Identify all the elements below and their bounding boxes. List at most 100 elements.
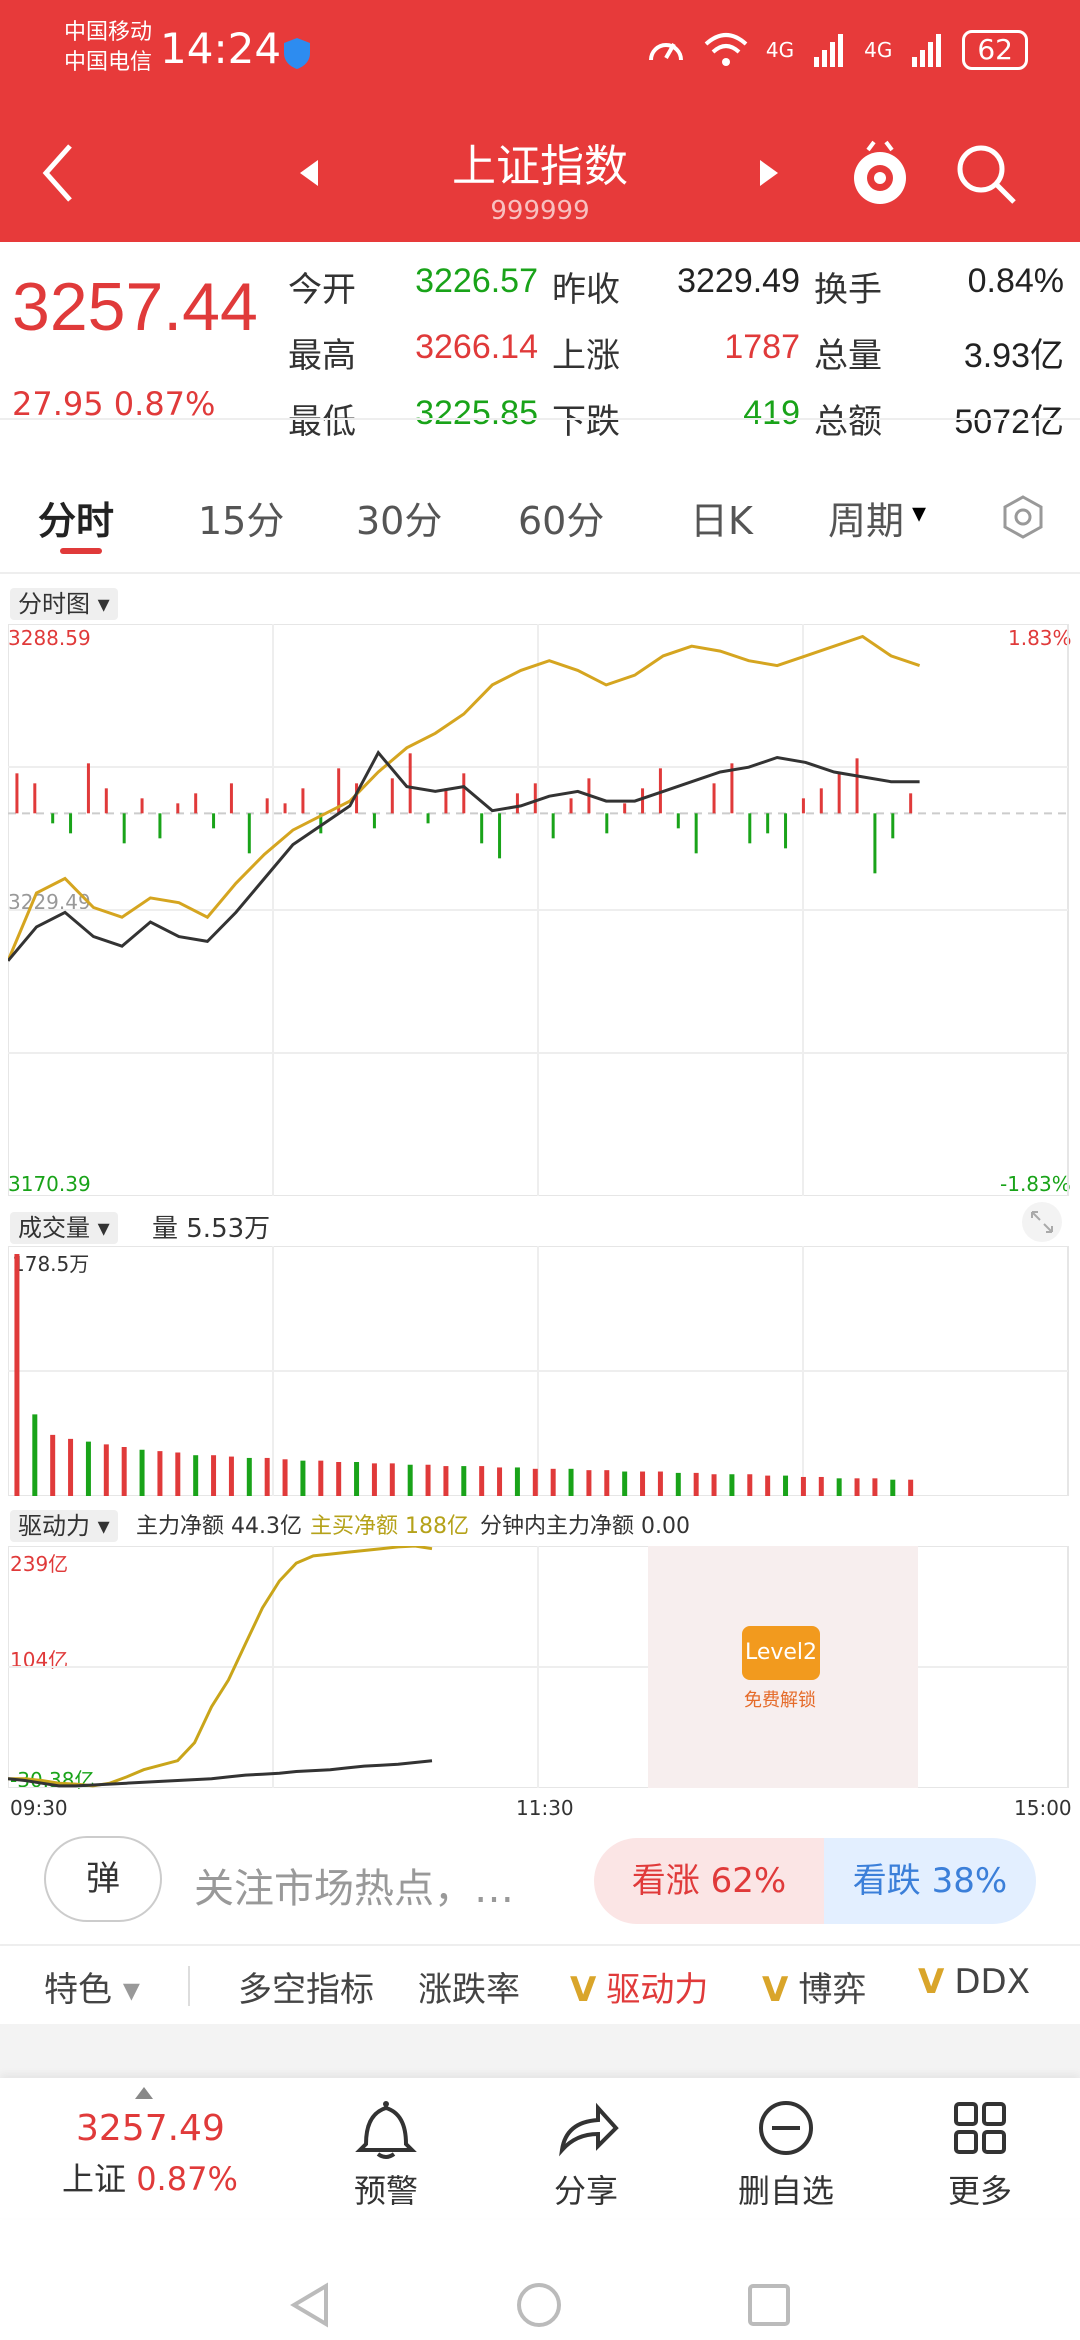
tab-4[interactable]: 日K — [690, 490, 753, 545]
feature-item-0[interactable]: 多空指标 — [238, 1962, 374, 2011]
quote-value: 3225.85 — [415, 394, 538, 432]
drive-minute-net: 分钟内主力净额 0.00 — [480, 1514, 690, 1539]
tab-5[interactable]: 周期 — [828, 490, 904, 545]
signal-2-icon — [912, 34, 942, 67]
system-back-icon[interactable] — [284, 2280, 334, 2330]
quote-value: 3266.14 — [415, 328, 538, 366]
feature-item-3-label: 博弈 — [798, 1970, 867, 2010]
quote-value: 3.93亿 — [963, 337, 1064, 375]
bottom-price: 3257.49 — [76, 2108, 225, 2149]
bull-vote-button[interactable]: 看涨 62% — [594, 1838, 824, 1924]
share-icon — [559, 2102, 619, 2157]
quote-label: 总量 — [814, 336, 882, 376]
carrier-1: 中国移动 — [64, 20, 153, 45]
status-carrier: 中国移动 中国电信 — [64, 18, 152, 78]
wifi-icon — [704, 33, 748, 66]
divider — [0, 572, 1080, 574]
status-icons: 4G 4G 62 — [646, 30, 1028, 70]
intraday-chart-selector[interactable]: 分时图 ▾ — [10, 584, 118, 620]
current-price: 3257.44 — [12, 269, 258, 345]
signal-1-label: 4G — [765, 38, 795, 62]
volume-label: 成交量 — [18, 1214, 90, 1242]
stock-code: 999999 — [490, 196, 590, 226]
quote-label: 上涨 — [552, 336, 620, 376]
feature-item-4-label: DDX — [954, 1962, 1030, 2002]
more-label: 更多 — [947, 2172, 1012, 2210]
divider — [0, 1944, 1080, 1946]
alert-label: 预警 — [353, 2172, 418, 2210]
time-mid: 11:30 — [516, 1796, 574, 1820]
page-title: 上证指数 — [452, 141, 628, 192]
next-stock-icon[interactable] — [758, 158, 780, 188]
grid-icon — [954, 2102, 1006, 2154]
feature-special-dropdown[interactable]: 特色 ▾ — [44, 1962, 140, 2011]
feature-item-2[interactable]: V 驱动力 — [570, 1962, 708, 2011]
volume-selector[interactable]: 成交量 ▾ — [10, 1208, 118, 1244]
drive-chart[interactable] — [8, 1546, 1080, 1788]
tab-3[interactable]: 60分 — [518, 490, 604, 545]
time-start: 09:30 — [10, 1796, 68, 1820]
robot-assistant-icon[interactable] — [848, 138, 912, 208]
quote-value: 3229.49 — [677, 262, 800, 300]
drive-selector[interactable]: 驱动力 ▾ — [10, 1506, 118, 1542]
divider — [0, 418, 1080, 420]
feature-item-2-label: 驱动力 — [606, 1970, 709, 2010]
remove-watchlist-label: 删自选 — [737, 2172, 834, 2210]
status-time: 14:24 — [160, 24, 282, 73]
system-home-icon[interactable] — [514, 2280, 564, 2330]
minus-circle-icon — [759, 2101, 813, 2155]
feature-item-4[interactable]: V DDX — [918, 1962, 1030, 2002]
vip-icon: V — [762, 1970, 789, 2010]
drive-buy-net: 主买净额 188亿 — [310, 1514, 469, 1539]
tab-0[interactable]: 分时 — [38, 490, 114, 545]
chevron-down-icon: ▾ — [912, 496, 927, 529]
more-button[interactable]: 更多 — [900, 2094, 1060, 2212]
remove-watchlist-button[interactable]: 删自选 — [706, 2094, 866, 2212]
settings-hex-icon[interactable] — [1000, 494, 1046, 540]
feature-divider — [188, 1966, 190, 2006]
quote-value: 419 — [743, 394, 800, 432]
carrier-2: 中国电信 — [64, 50, 153, 75]
signal-1-icon — [814, 34, 844, 67]
quote-value: 3226.57 — [415, 262, 538, 300]
intraday-chart[interactable] — [8, 624, 1080, 1196]
level2-badge[interactable]: Level2 — [742, 1626, 820, 1680]
volume-chart[interactable] — [8, 1246, 1080, 1496]
drive-label: 驱动力 — [18, 1512, 90, 1540]
speed-icon — [648, 43, 683, 61]
tab-2[interactable]: 30分 — [356, 490, 442, 545]
system-recents-icon[interactable] — [744, 2280, 794, 2330]
share-button[interactable]: 分享 — [506, 2094, 666, 2212]
battery-icon: 62 — [962, 30, 1028, 70]
quote-label: 今开 — [288, 270, 356, 310]
expand-up-icon[interactable] — [134, 2086, 154, 2100]
vip-icon: V — [918, 1962, 945, 2002]
quote-value: 1787 — [724, 328, 800, 366]
level2-unlock[interactable]: 免费解锁 — [744, 1686, 816, 1712]
app-header: 中国移动 中国电信 14:24 4G 4G 62 上证指数 999999 — [0, 0, 1080, 242]
bottom-index-label: 上证 0.87% — [62, 2154, 238, 2200]
bottom-index-name: 上证 — [62, 2160, 127, 2198]
alert-button[interactable]: 预警 — [306, 2094, 466, 2212]
quote-label: 换手 — [814, 270, 882, 310]
quote-label: 最高 — [288, 336, 356, 376]
feature-item-3[interactable]: V 博弈 — [762, 1962, 866, 2011]
fullscreen-icon[interactable] — [1020, 1200, 1064, 1244]
bear-vote-button[interactable]: 看跌 38% — [824, 1838, 1036, 1924]
signal-2-label: 4G — [864, 38, 893, 62]
quote-label: 昨收 — [552, 270, 620, 310]
share-label: 分享 — [553, 2172, 618, 2210]
section-gap — [0, 2024, 1080, 2078]
search-icon[interactable] — [954, 142, 1018, 206]
comment-input[interactable]: 关注市场热点，… — [194, 1856, 514, 1914]
shield-icon — [284, 38, 310, 69]
tab-active-indicator — [60, 548, 102, 554]
quote-value: 0.84% — [967, 262, 1064, 300]
bell-icon — [355, 2101, 417, 2159]
tab-1[interactable]: 15分 — [198, 490, 284, 545]
feature-item-1[interactable]: 涨跌率 — [418, 1962, 520, 2011]
danmaku-toggle[interactable]: 弹 — [44, 1836, 162, 1922]
drive-buy-line — [8, 1546, 433, 1788]
intraday-label: 分时图 — [18, 590, 90, 618]
vip-icon: V — [570, 1970, 597, 2010]
